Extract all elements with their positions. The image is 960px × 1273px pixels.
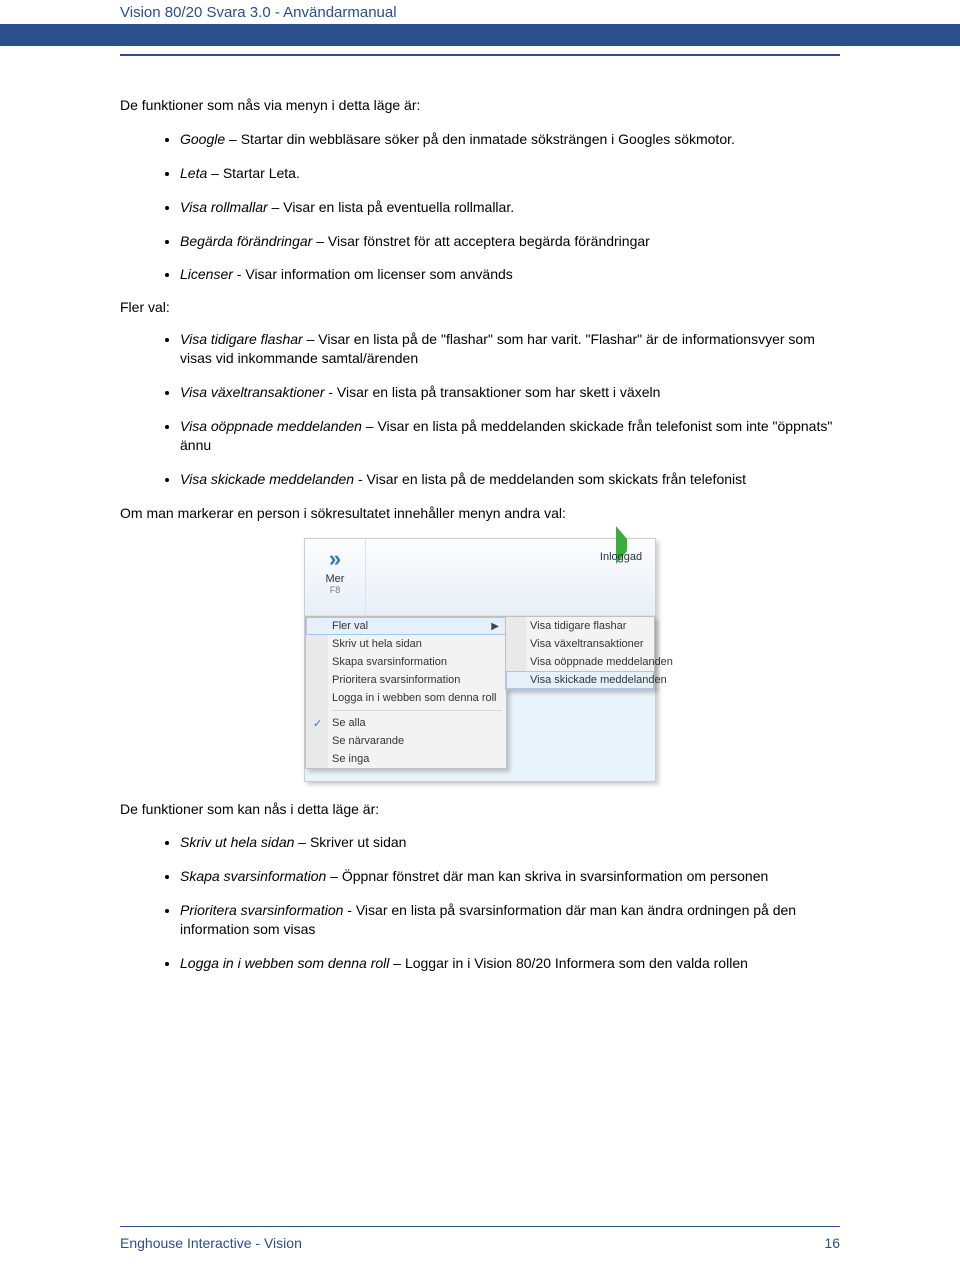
loggedin-button-label: Inloggad <box>591 551 651 563</box>
list-desc: – Loggar in i Vision 80/20 Informera som… <box>389 955 748 971</box>
list-desc: – Öppnar fönstret där man kan skriva in … <box>326 868 768 884</box>
list-item: Begärda förändringar – Visar fönstret fö… <box>180 232 840 251</box>
list-term: Leta <box>180 165 207 181</box>
list-item: Visa rollmallar – Visar en lista på even… <box>180 198 840 217</box>
list-desc: – Visar fönstret för att acceptera begär… <box>312 233 650 249</box>
footer-left: Enghouse Interactive - Vision <box>120 1235 302 1251</box>
list-desc: - Visar en lista på transaktioner som ha… <box>324 384 660 400</box>
feature-list-1: Google – Startar din webbläsare söker på… <box>120 130 840 284</box>
list-desc: - Visar information om licenser som anvä… <box>233 266 513 282</box>
submenu-item-vaxeltransaktioner[interactable]: Visa växeltransaktioner <box>506 635 654 653</box>
more-button[interactable]: » Mer F8 <box>305 539 366 615</box>
list-item: Visa tidigare flashar – Visar en lista p… <box>180 330 840 368</box>
paragraph-selected-person: Om man markerar en person i sökresultate… <box>120 504 840 523</box>
submenu-item-ooppnade-meddelanden[interactable]: Visa oöppnade meddelanden <box>506 653 654 671</box>
menu-separator <box>332 710 502 711</box>
subhead-fler-val: Fler val: <box>120 299 840 315</box>
list-desc: – Startar Leta. <box>207 165 300 181</box>
list-term: Logga in i webben som denna roll <box>180 955 389 971</box>
context-submenu: Visa tidigare flashar Visa växeltransakt… <box>505 616 655 690</box>
list-item: Licenser - Visar information om licenser… <box>180 265 840 284</box>
list-item: Leta – Startar Leta. <box>180 164 840 183</box>
menu-item-skapa[interactable]: Skapa svarsinformation <box>306 653 506 671</box>
menu-item-se-alla[interactable]: ✓ Se alla <box>306 714 506 732</box>
list-term: Visa oöppnade meddelanden <box>180 418 362 434</box>
menu-screenshot: » Mer F8 Inloggad Fler val ▶ Skriv ut he… <box>304 538 656 782</box>
list-item: Skapa svarsinformation – Öppnar fönstret… <box>180 867 840 886</box>
footer-rule <box>120 1226 840 1227</box>
list-term: Skapa svarsinformation <box>180 868 326 884</box>
footer-page-number: 16 <box>824 1235 840 1251</box>
menu-item-logga-in[interactable]: Logga in i webben som denna roll <box>306 689 506 707</box>
list-term: Visa tidigare flashar <box>180 331 303 347</box>
list-item: Google – Startar din webbläsare söker på… <box>180 130 840 149</box>
menu-item-skriv-ut[interactable]: Skriv ut hela sidan <box>306 635 506 653</box>
header-blue-bar <box>0 24 960 46</box>
list-item: Visa oöppnade meddelanden – Visar en lis… <box>180 417 840 455</box>
toolbar: » Mer F8 Inloggad <box>305 539 655 616</box>
menu-item-label: Fler val <box>332 620 368 632</box>
list-desc: - Visar en lista på de meddelanden som s… <box>354 471 746 487</box>
paragraph-functions-available: De funktioner som kan nås i detta läge ä… <box>120 800 840 819</box>
list-item: Visa skickade meddelanden - Visar en lis… <box>180 470 840 489</box>
page-header: Vision 80/20 Svara 3.0 - Användarmanual <box>0 0 960 24</box>
check-icon: ✓ <box>313 717 322 730</box>
list-term: Visa rollmallar <box>180 199 268 215</box>
menu-item-fler-val[interactable]: Fler val ▶ <box>306 617 506 635</box>
list-term: Skriv ut hela sidan <box>180 834 294 850</box>
feature-list-2: Visa tidigare flashar – Visar en lista p… <box>120 330 840 488</box>
submenu-item-tidigare-flashar[interactable]: Visa tidigare flashar <box>506 617 654 635</box>
list-item: Visa växeltransaktioner - Visar en lista… <box>180 383 840 402</box>
list-term: Visa skickade meddelanden <box>180 471 354 487</box>
list-desc: – Visar en lista på eventuella rollmalla… <box>268 199 514 215</box>
menu-item-label: Se alla <box>332 717 366 729</box>
more-button-label: Mer <box>305 573 365 585</box>
chevron-right-icon: » <box>323 547 347 571</box>
menu-item-se-inga[interactable]: Se inga <box>306 750 506 768</box>
list-item: Prioritera svarsinformation - Visar en l… <box>180 901 840 939</box>
list-item: Skriv ut hela sidan – Skriver ut sidan <box>180 833 840 852</box>
menu-item-prioritera[interactable]: Prioritera svarsinformation <box>306 671 506 689</box>
list-term: Licenser <box>180 266 233 282</box>
loggedin-button[interactable]: Inloggad <box>591 539 651 615</box>
more-button-shortcut: F8 <box>305 585 365 595</box>
list-term: Visa växeltransaktioner <box>180 384 324 400</box>
list-term: Prioritera svarsinformation <box>180 902 343 918</box>
submenu-item-skickade-meddelanden[interactable]: Visa skickade meddelanden <box>506 671 654 689</box>
intro-paragraph: De funktioner som nås via menyn i detta … <box>120 96 840 115</box>
list-desc: – Startar din webbläsare söker på den in… <box>225 131 735 147</box>
list-term: Begärda förändringar <box>180 233 312 249</box>
menu-item-se-narvarande[interactable]: Se närvarande <box>306 732 506 750</box>
list-term: Google <box>180 131 225 147</box>
context-menu: Fler val ▶ Skriv ut hela sidan Skapa sva… <box>305 616 507 769</box>
feature-list-3: Skriv ut hela sidan – Skriver ut sidan S… <box>120 833 840 972</box>
list-desc: – Skriver ut sidan <box>294 834 406 850</box>
chevron-right-icon: ▶ <box>491 621 499 632</box>
list-item: Logga in i webben som denna roll – Logga… <box>180 954 840 973</box>
page-footer: Enghouse Interactive - Vision 16 <box>120 1226 840 1251</box>
